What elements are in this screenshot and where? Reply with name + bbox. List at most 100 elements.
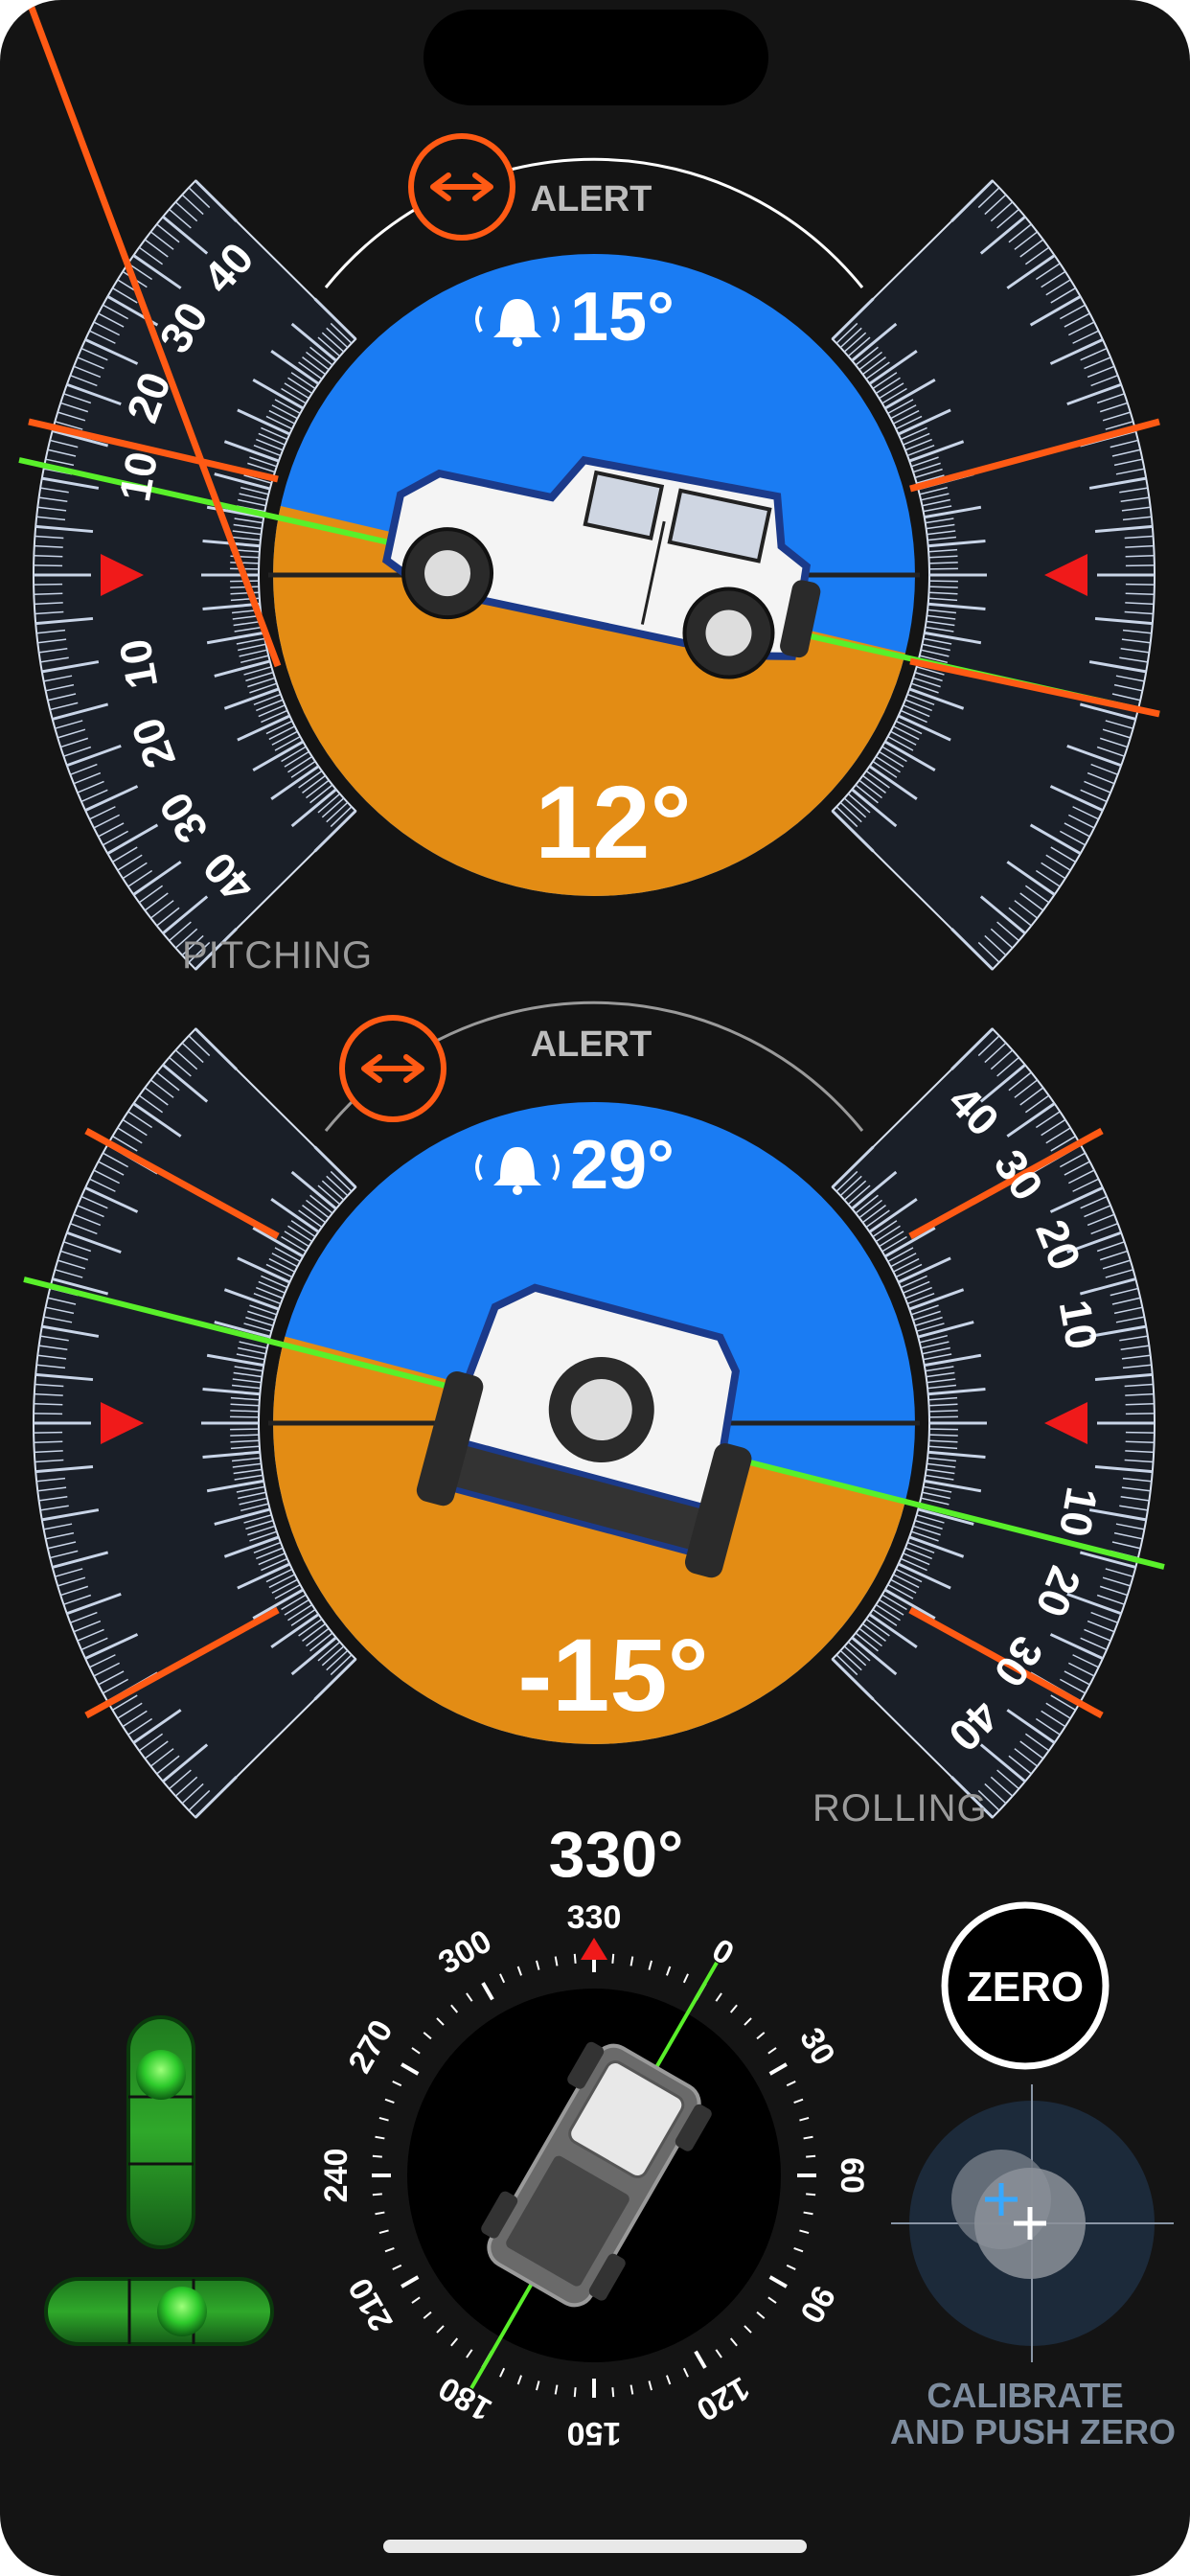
instrument-panel: ALERT 15° 12° 10 20 30 40 10 20 30 40 AL…	[18, 0, 1176, 2451]
compass-tick	[665, 1966, 672, 1976]
pitch-angle-readout: 12°	[535, 764, 691, 880]
compass-tick	[400, 2062, 420, 2076]
compass-tick	[806, 2193, 816, 2196]
scale-tick	[34, 1402, 63, 1406]
compass-tick	[682, 1973, 689, 1984]
compass-tick	[682, 2367, 689, 2378]
scale-tick	[1125, 1431, 1155, 1434]
scale-tick	[928, 1434, 958, 1437]
rolling-caption: ROLLING	[812, 1787, 988, 1829]
compass-tick	[803, 2211, 813, 2216]
compass-heading-readout: 330°	[549, 1818, 684, 1891]
compass-tick	[768, 2275, 788, 2288]
compass-tick	[554, 2384, 559, 2395]
compass-tick	[756, 2032, 766, 2040]
compass-tick	[715, 1992, 722, 2002]
compass-label: 240	[318, 2149, 355, 2203]
compass-tick	[793, 2098, 804, 2104]
scale-tick	[1125, 564, 1155, 567]
compass: 330° 0 30 60 90 120 150 180 210 240 270 300 330	[318, 1818, 870, 2451]
compass-tick	[411, 2047, 421, 2055]
roll-angle-readout: -15°	[517, 1617, 708, 1733]
home-indicator[interactable]	[383, 2540, 807, 2553]
zero-button-label: ZERO	[967, 1964, 1084, 2011]
compass-tick	[450, 2004, 459, 2013]
pitch-scale-label: 10	[109, 635, 167, 692]
compass-tick	[629, 1956, 634, 1966]
scale-tick	[34, 1431, 63, 1434]
compass-tick	[744, 2325, 752, 2334]
compass-tick	[629, 2384, 634, 2395]
compass-label: 90	[792, 2280, 842, 2330]
compass-label: 270	[341, 2013, 400, 2079]
compass-tick	[499, 2367, 506, 2378]
compass-tick	[573, 2387, 577, 2398]
pitch-alert-value: 15°	[570, 279, 675, 356]
scale-tick	[928, 580, 958, 583]
compass-tick	[516, 1966, 523, 1976]
zero-button[interactable]: ZERO	[941, 1901, 1110, 2070]
compass-label: 150	[567, 2415, 622, 2451]
compass-tick	[648, 2380, 653, 2391]
roll-alert-label: ALERT	[531, 1024, 652, 1065]
compass-tick	[729, 2004, 738, 2013]
compass-label: 330	[567, 1899, 622, 1936]
compass-tick	[665, 2375, 672, 2385]
compass-label: 210	[341, 2271, 400, 2336]
calibrate-label-line1: CALIBRATE	[927, 2376, 1123, 2415]
compass-tick	[375, 2211, 385, 2216]
scale-tick	[34, 583, 63, 586]
compass-tick	[384, 2098, 395, 2104]
compass-tick	[799, 2229, 810, 2235]
compass-label: 60	[834, 2157, 870, 2194]
roll-alert-value: 29°	[570, 1127, 675, 1204]
scale-tick	[34, 592, 63, 596]
compass-tick	[648, 1960, 653, 1970]
scale-tick	[1125, 1440, 1155, 1444]
scale-tick	[928, 586, 958, 588]
roll-scale-label: 10	[1050, 1297, 1108, 1353]
compass-tick	[756, 2311, 766, 2319]
pitch-alert-label: ALERT	[531, 179, 652, 219]
roll-gauge: ALERT 29° -15° 10 20 30 40 10 20 30 40	[23, 1000, 1165, 1819]
compass-label: 30	[792, 2022, 842, 2072]
scale-tick	[230, 586, 260, 588]
compass-label: 180	[432, 2369, 497, 2427]
scale-tick	[1125, 592, 1155, 596]
compass-tick	[423, 2032, 432, 2040]
scale-tick	[928, 1415, 958, 1418]
vertical-bubble	[136, 2050, 186, 2100]
compass-tick	[803, 2135, 813, 2140]
compass-tick	[729, 2337, 738, 2347]
scale-tick	[928, 567, 958, 570]
scale-tick	[34, 554, 63, 558]
compass-tick	[392, 2081, 402, 2087]
calibrate-label-line2: AND PUSH ZERO	[890, 2412, 1176, 2451]
compass-tick	[611, 2387, 615, 2398]
compass-tick	[423, 2311, 432, 2319]
scale-tick	[928, 1410, 958, 1413]
compass-tick	[535, 2380, 540, 2391]
compass-tick	[466, 1992, 473, 2002]
compass-tick	[573, 1953, 577, 1964]
vertical-bubble-level	[126, 2015, 195, 2249]
calibration-pad[interactable]	[891, 2084, 1174, 2362]
compass-heading-marker	[581, 1938, 607, 1960]
compass-tick	[799, 2116, 810, 2122]
compass-tick	[375, 2135, 385, 2140]
compass-tick	[806, 2154, 816, 2158]
compass-tick	[786, 2081, 796, 2087]
scale-tick	[230, 1428, 260, 1431]
compass-tick	[499, 1973, 506, 1984]
compass-tick	[436, 2017, 445, 2026]
compass-tick	[378, 2229, 389, 2235]
pitch-gauge: ALERT 15° 12° 10 20 30 40 10 20 30 40	[18, 0, 1160, 971]
compass-tick	[372, 2154, 382, 2158]
compass-tick	[767, 2047, 777, 2055]
compass-label: 0	[706, 1932, 740, 1972]
compass-tick	[378, 2116, 389, 2122]
scale-tick	[230, 1434, 260, 1437]
compass-label: 300	[432, 1922, 497, 1981]
compass-label: 120	[690, 2369, 755, 2427]
roll-scale-label: 10	[1050, 1484, 1108, 1540]
